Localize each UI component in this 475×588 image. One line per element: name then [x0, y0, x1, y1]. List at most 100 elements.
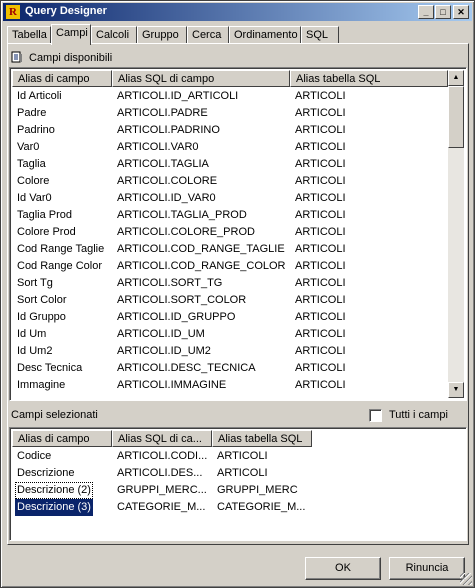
minimize-button[interactable]: _ [418, 5, 434, 19]
table-alias-cell: ARTICOLI [295, 158, 346, 170]
column-header-table-alias[interactable]: Alias tabella SQL [290, 70, 448, 87]
field-alias-cell: Padrino [17, 124, 55, 136]
tab-cerca[interactable]: Cerca [187, 26, 229, 44]
table-alias-cell: ARTICOLI [295, 345, 346, 357]
table-alias-cell: ARTICOLI [295, 260, 346, 272]
field-alias-cell: Descrizione (2) [15, 482, 93, 499]
app-icon: R [6, 5, 20, 19]
sql-alias-cell: ARTICOLI.ID_UM [117, 328, 205, 340]
tab-ordinamento[interactable]: Ordinamento [229, 26, 301, 44]
field-alias-cell: Descrizione [17, 467, 75, 479]
available-field-row[interactable]: Taglia Prod ARTICOLI.TAGLIA_PROD ARTICOLI [12, 207, 448, 224]
query-designer-window: R Query Designer _ □ ✕ Tabella Campi Cal… [0, 0, 475, 588]
selected-field-row[interactable]: Descrizione (3) CATEGORIE_M... CATEGORIE_M… [12, 499, 448, 516]
scroll-thumb[interactable] [448, 86, 464, 148]
selected-field-row[interactable]: Descrizione (2) GRUPPI_MERC... GRUPPI_MERC [12, 482, 448, 499]
table-alias-cell: ARTICOLI [217, 467, 268, 479]
field-alias-cell: Immagine [17, 379, 66, 391]
sql-alias-cell: ARTICOLI.DESC_TECNICA [117, 362, 256, 374]
available-field-row[interactable]: Id Um2 ARTICOLI.ID_UM2 ARTICOLI [12, 343, 448, 360]
tab-calcoli[interactable]: Calcoli [91, 26, 137, 44]
tab-gruppo[interactable]: Gruppo [137, 26, 187, 44]
column-header-field-alias[interactable]: Alias di campo [12, 70, 112, 87]
table-alias-cell: CATEGORIE_M... [217, 501, 306, 513]
sql-alias-cell: ARTICOLI.TAGLIA [117, 158, 209, 170]
available-field-row[interactable]: Var0 ARTICOLI.VAR0 ARTICOLI [12, 139, 448, 156]
available-fields-label: Campi disponibili [29, 52, 113, 64]
available-field-row[interactable]: Id Gruppo ARTICOLI.ID_GRUPPO ARTICOLI [12, 309, 448, 326]
sql-alias-cell: ARTICOLI.COLORE_PROD [117, 226, 255, 238]
available-field-row[interactable]: Id Um ARTICOLI.ID_UM ARTICOLI [12, 326, 448, 343]
sql-alias-cell: ARTICOLI.IMMAGINE [117, 379, 227, 391]
available-field-row[interactable]: Immagine ARTICOLI.IMMAGINE ARTICOLI [12, 377, 448, 394]
selected-column-header-sql-alias[interactable]: Alias SQL di ca... [112, 430, 212, 447]
tab-sql[interactable]: SQL [301, 26, 339, 44]
table-alias-cell: ARTICOLI [295, 277, 346, 289]
available-field-row[interactable]: Padrino ARTICOLI.PADRINO ARTICOLI [12, 122, 448, 139]
resize-grip-icon[interactable] [460, 573, 472, 585]
field-alias-cell: Id Gruppo [17, 311, 66, 323]
table-alias-cell: ARTICOLI [295, 311, 346, 323]
field-alias-cell: Var0 [17, 141, 40, 153]
table-alias-cell: ARTICOLI [295, 175, 346, 187]
selected-list-header: Alias di campo Alias SQL di ca... Alias … [12, 430, 312, 447]
field-alias-cell: Descrizione (3) [15, 499, 93, 516]
field-alias-cell: Id Um2 [17, 345, 53, 357]
available-field-row[interactable]: Colore ARTICOLI.COLORE ARTICOLI [12, 173, 448, 190]
available-field-row[interactable]: Colore Prod ARTICOLI.COLORE_PROD ARTICOLI [12, 224, 448, 241]
sql-alias-cell: CATEGORIE_M... [117, 501, 206, 513]
sql-alias-cell: ARTICOLI.PADRE [117, 107, 208, 119]
field-alias-cell: Colore Prod [17, 226, 76, 238]
tab-tabella[interactable]: Tabella [7, 26, 51, 44]
table-alias-cell: ARTICOLI [295, 209, 346, 221]
sql-alias-cell: ARTICOLI.DES... [117, 467, 203, 479]
field-alias-cell: Taglia [17, 158, 46, 170]
available-list-header: Alias di campo Alias SQL di campo Alias … [12, 70, 448, 87]
table-alias-cell: ARTICOLI [295, 226, 346, 238]
available-field-row[interactable]: Id Var0 ARTICOLI.ID_VAR0 ARTICOLI [12, 190, 448, 207]
tab-campi[interactable]: Campi [51, 24, 91, 45]
field-alias-cell: Cod Range Color [17, 260, 102, 272]
field-alias-cell: Desc Tecnica [17, 362, 83, 374]
available-field-row[interactable]: Taglia ARTICOLI.TAGLIA ARTICOLI [12, 156, 448, 173]
cancel-button[interactable]: Rinuncia [389, 557, 465, 580]
selected-fields-list[interactable]: Alias di campo Alias SQL di ca... Alias … [9, 427, 467, 541]
close-button[interactable]: ✕ [453, 5, 469, 19]
field-alias-cell: Cod Range Taglie [17, 243, 105, 255]
table-alias-cell: ARTICOLI [295, 107, 346, 119]
table-alias-cell: ARTICOLI [295, 294, 346, 306]
scroll-down-arrow-icon[interactable]: ▼ [448, 382, 464, 398]
sql-alias-cell: ARTICOLI.ID_GRUPPO [117, 311, 236, 323]
available-vertical-scrollbar[interactable]: ▲ ▼ [448, 70, 464, 398]
selected-fields-header: Campi selezionati Tutti i campi [11, 404, 467, 426]
selected-field-row[interactable]: Descrizione ARTICOLI.DES... ARTICOLI [12, 465, 448, 482]
available-fields-list[interactable]: Alias di campo Alias SQL di campo Alias … [9, 67, 467, 401]
available-field-row[interactable]: Padre ARTICOLI.PADRE ARTICOLI [12, 105, 448, 122]
ok-button[interactable]: OK [305, 557, 381, 580]
all-fields-label[interactable]: Tutti i campi [389, 404, 448, 426]
sql-alias-cell: ARTICOLI.TAGLIA_PROD [117, 209, 247, 221]
available-field-row[interactable]: Sort Tg ARTICOLI.SORT_TG ARTICOLI [12, 275, 448, 292]
available-field-row[interactable]: Cod Range Color ARTICOLI.COD_RANGE_COLOR A… [12, 258, 448, 275]
maximize-button[interactable]: □ [435, 5, 451, 19]
all-fields-checkbox[interactable] [369, 409, 382, 422]
table-alias-cell: ARTICOLI [295, 243, 346, 255]
sql-alias-cell: ARTICOLI.SORT_TG [117, 277, 223, 289]
scroll-up-arrow-icon[interactable]: ▲ [448, 70, 464, 86]
selected-column-header-table-alias[interactable]: Alias tabella SQL [212, 430, 312, 447]
available-field-row[interactable]: Id Articoli ARTICOLI.ID_ARTICOLI ARTICOLI [12, 88, 448, 105]
selected-field-row[interactable]: Codice ARTICOLI.CODI... ARTICOLI [12, 448, 448, 465]
sql-alias-cell: ARTICOLI.COD_RANGE_COLOR [117, 260, 286, 272]
fields-list-icon [11, 51, 22, 63]
sql-alias-cell: ARTICOLI.ID_VAR0 [117, 192, 216, 204]
field-alias-cell: Codice [17, 450, 52, 462]
available-field-row[interactable]: Sort Color ARTICOLI.SORT_COLOR ARTICOLI [12, 292, 448, 309]
available-field-row[interactable]: Desc Tecnica ARTICOLI.DESC_TECNICA ARTICOL… [12, 360, 448, 377]
table-alias-cell: ARTICOLI [217, 450, 268, 462]
field-alias-cell: Id Um [17, 328, 47, 340]
title-bar[interactable]: R Query Designer _ □ ✕ [3, 3, 472, 21]
selected-column-header-field-alias[interactable]: Alias di campo [12, 430, 112, 447]
available-field-row[interactable]: Cod Range Taglie ARTICOLI.COD_RANGE_TAGLI… [12, 241, 448, 258]
column-header-sql-alias[interactable]: Alias SQL di campo [112, 70, 290, 87]
sql-alias-cell: ARTICOLI.PADRINO [117, 124, 220, 136]
